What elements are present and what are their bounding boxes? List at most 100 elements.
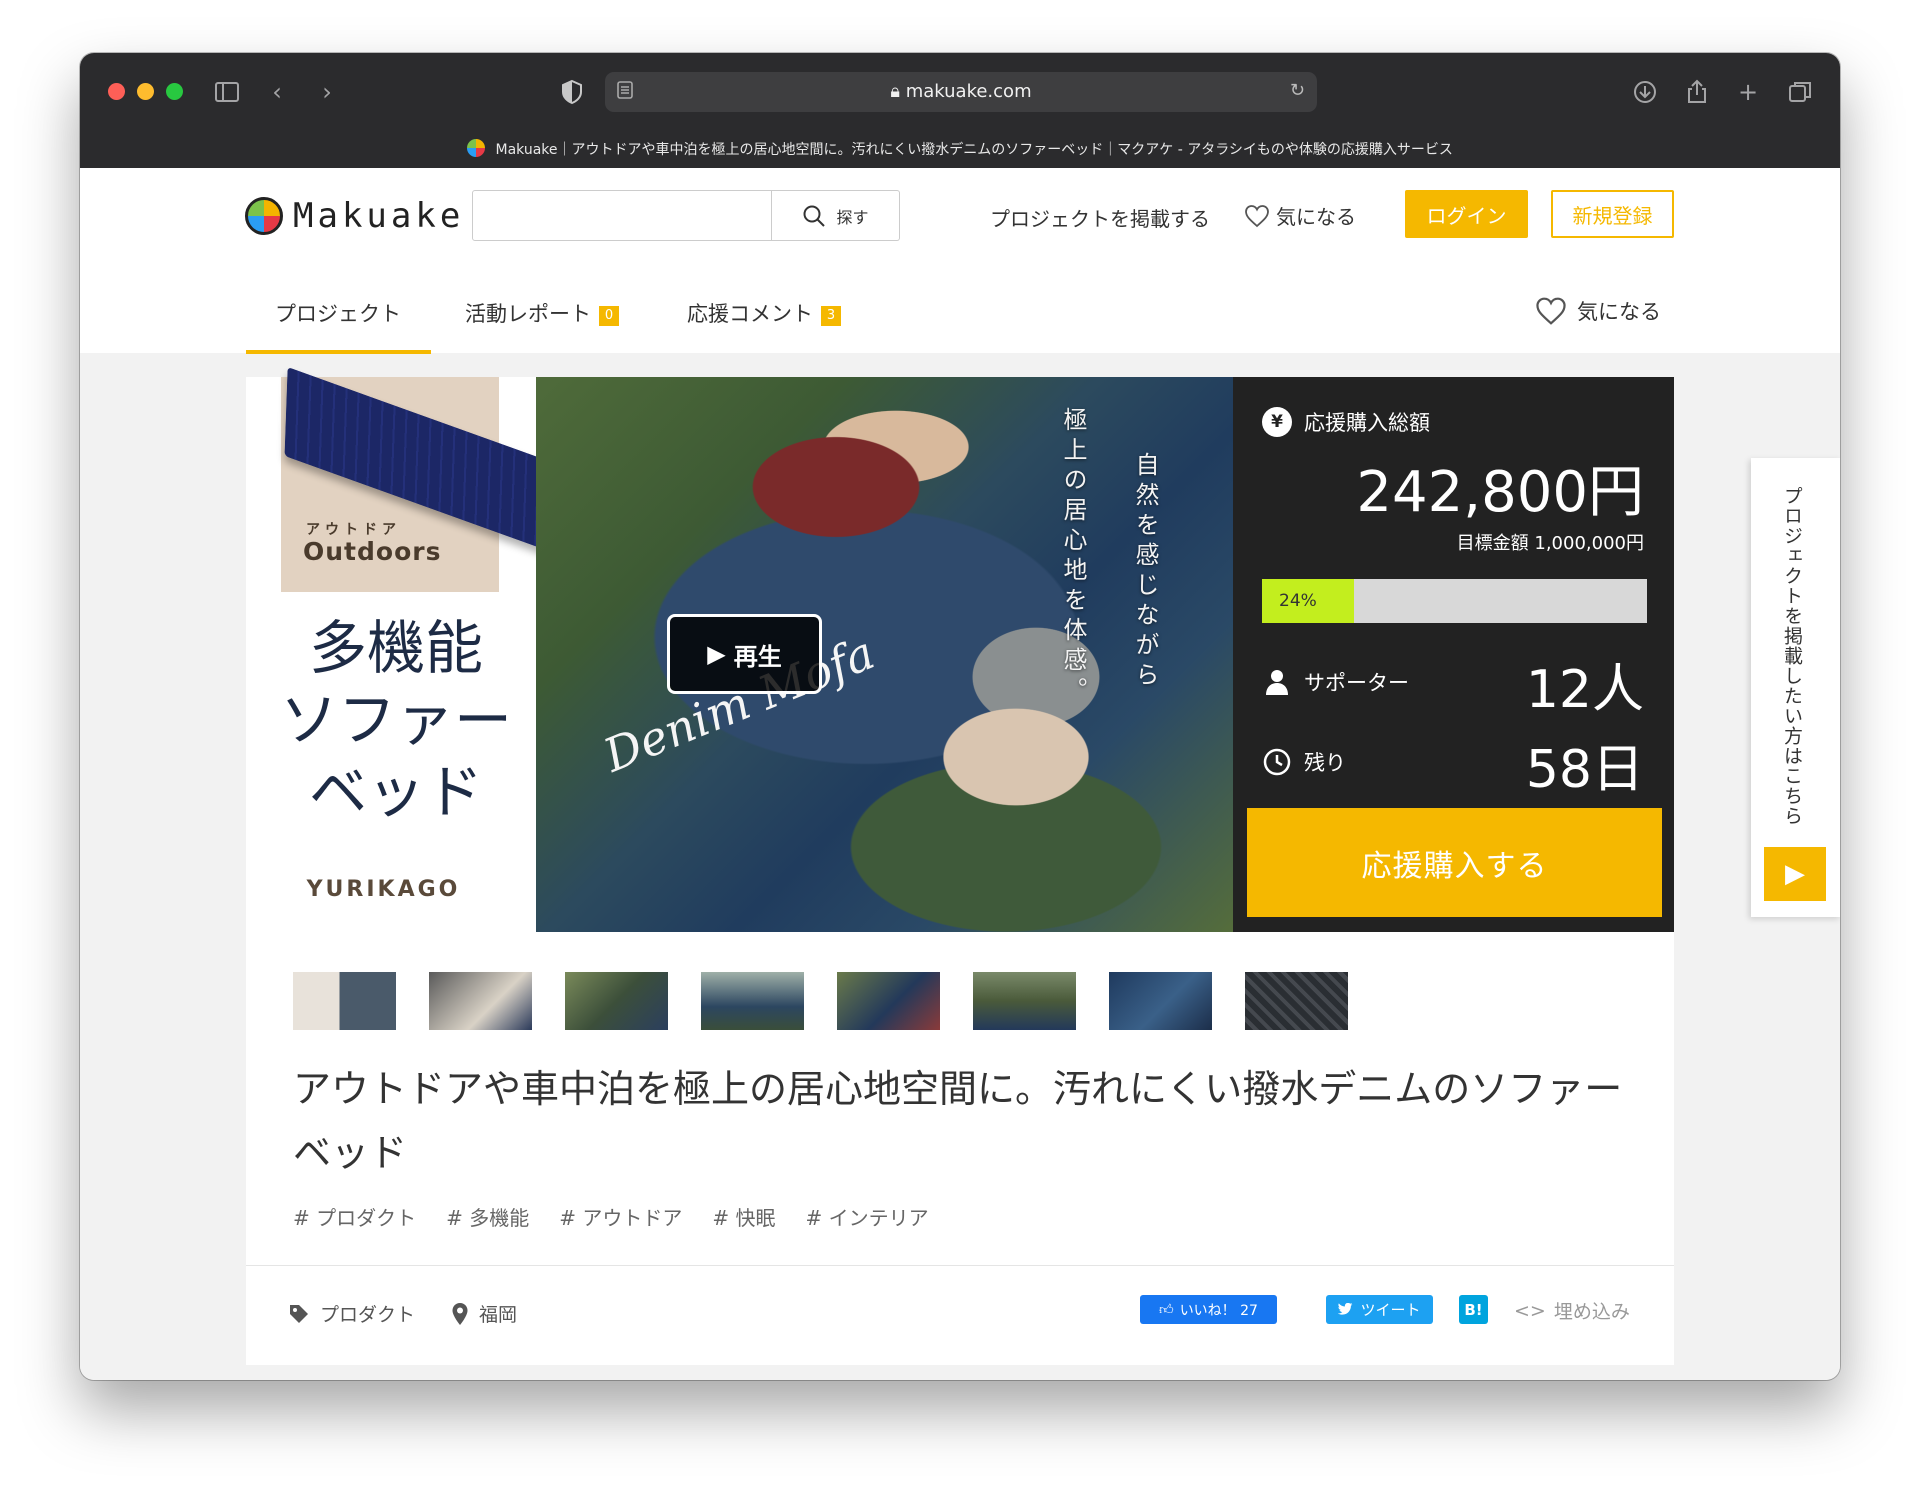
gallery-thumbnails (293, 972, 1348, 1030)
gallery-thumbnail[interactable] (429, 972, 532, 1030)
project-info-card: アウトドアや車中泊を極上の居心地空間に。汚れにくい撥水デニムのソファーベッド #… (246, 932, 1674, 1365)
tag-link[interactable]: # 快眠 (712, 1202, 775, 1231)
tab-title[interactable]: Makuake｜アウトドアや車中泊を極上の居心地空間に。汚れにくい撥水デニムのソ… (80, 139, 1840, 159)
forward-icon[interactable]: › (313, 78, 341, 106)
play-icon[interactable]: ▶ (1764, 847, 1826, 901)
login-button[interactable]: ログイン (1405, 190, 1528, 238)
tag-link[interactable]: # プロダクト (293, 1202, 416, 1231)
search-button[interactable]: 探す (772, 190, 900, 241)
post-project-link[interactable]: プロジェクトを掲載する (990, 203, 1210, 232)
favorite-link[interactable]: 気になる (1244, 201, 1356, 230)
play-video-label: 再生 (733, 642, 782, 671)
browser-window: ‹ › 🔒︎ makuake.com ↻ + Makuake｜アウトドアや車中泊… (80, 53, 1840, 1380)
brand-name: YURIKAGO (306, 877, 461, 902)
remaining-label-text: 残り (1304, 751, 1346, 775)
tag-link[interactable]: # インテリア (806, 1202, 929, 1231)
tab-overview-icon[interactable] (1786, 78, 1814, 106)
funding-progress-label: 24% (1279, 591, 1317, 611)
location-link[interactable]: 福岡 (451, 1300, 517, 1327)
tab-support-comments-label: 応援コメント (687, 302, 813, 326)
post-project-side-tab[interactable]: プロジェクトを掲載したい方はこちら ▶ (1751, 458, 1840, 917)
tag-icon (290, 1304, 308, 1323)
hero-product-panel: アウトドア Outdoors 多機能 ソファー ベッド YURIKAGO (246, 366, 558, 932)
embed-button[interactable]: <> 埋め込み (1514, 1297, 1630, 1324)
hatena-bookmark-button[interactable]: B! (1459, 1295, 1488, 1324)
makuake-favicon-icon (467, 139, 486, 157)
makuake-logo-icon (245, 197, 283, 235)
goal-amount: 目標金額 1,000,000円 (1456, 533, 1644, 554)
outdoor-kana: アウトドア (306, 522, 401, 538)
tab-favorite-label: 気になる (1577, 300, 1661, 324)
play-video-button[interactable]: ▶ 再生 (667, 614, 822, 694)
gallery-thumbnail[interactable] (1109, 972, 1212, 1030)
yen-icon: ¥ (1262, 407, 1292, 437)
tab-activity-report-label: 活動レポート (465, 302, 591, 326)
tag-link[interactable]: # 多機能 (446, 1202, 529, 1231)
tag-link[interactable]: # アウトドア (559, 1202, 682, 1231)
support-purchase-button[interactable]: 応援購入する (1247, 808, 1662, 917)
gallery-thumbnail[interactable] (1245, 972, 1348, 1030)
tab-support-comments[interactable]: 応援コメント 3 (687, 298, 841, 328)
tab-project[interactable]: プロジェクト (275, 298, 401, 328)
total-amount-label-text: 応援購入総額 (1304, 411, 1430, 435)
thumbs-up-icon: 👍︎ (1159, 1302, 1174, 1318)
facebook-like-button[interactable]: 👍︎ いいね！ 27 (1140, 1295, 1277, 1324)
tab-favorite-button[interactable]: 気になる (1535, 296, 1661, 326)
location-pin-icon (452, 1302, 468, 1325)
hero-tagline-vertical: 極上の居心地を体感。 (1059, 407, 1087, 707)
gallery-thumbnail[interactable] (701, 972, 804, 1030)
project-title: アウトドアや車中泊を極上の居心地空間に。汚れにくい撥水デニムのソファーベッド (293, 1067, 1623, 1175)
play-icon: ▶ (707, 640, 726, 668)
tweet-button[interactable]: ツイート (1326, 1295, 1433, 1324)
category-label: プロダクト (320, 1304, 416, 1326)
hero-video[interactable]: 極上の居心地を体感。 自然を感じながら Denim Mofa ▶ 再生 (536, 377, 1233, 932)
category-link[interactable]: プロダクト (288, 1300, 415, 1327)
makuake-logo[interactable]: Makuake (245, 196, 464, 236)
post-project-side-tab-text: プロジェクトを掲載したい方はこちら (1781, 486, 1803, 826)
tab-project-label: プロジェクト (275, 302, 401, 326)
minimize-window-button[interactable] (137, 83, 154, 100)
gallery-thumbnail[interactable] (293, 972, 396, 1030)
outdoor-label: Outdoors (303, 537, 442, 566)
location-label: 福岡 (479, 1304, 518, 1326)
maximize-window-button[interactable] (166, 83, 183, 100)
funding-progress-bar: 24% (1262, 579, 1647, 623)
funding-stats-panel: ¥ 応援購入総額 242,800円 目標金額 1,000,000円 24% サポ… (1233, 377, 1674, 932)
hero-product-title: 多機能 ソファー ベッド (276, 612, 516, 828)
total-amount-label: ¥ 応援購入総額 (1262, 407, 1430, 437)
gallery-thumbnail[interactable] (973, 972, 1076, 1030)
reload-icon[interactable]: ↻ (1290, 80, 1305, 101)
embed-label: 埋め込み (1553, 1301, 1630, 1323)
sidebar-icon[interactable] (213, 78, 241, 106)
facebook-like-label: いいね！ 27 (1179, 1302, 1258, 1319)
heart-icon (1245, 204, 1269, 227)
favorite-link-label: 気になる (1276, 205, 1356, 229)
gallery-thumbnail[interactable] (837, 972, 940, 1030)
hero-tagline-vertical: 自然を感じながら (1131, 452, 1159, 692)
total-amount-value: 242,800円 (1356, 460, 1644, 525)
url-text: 🔒︎ makuake.com (605, 81, 1317, 102)
support-comments-count-badge: 3 (821, 306, 841, 326)
tab-title-text: Makuake｜アウトドアや車中泊を極上の居心地空間に。汚れにくい撥水デニムのソ… (495, 142, 1453, 158)
shield-icon[interactable] (558, 78, 586, 106)
project-hero: アウトドア Outdoors 多機能 ソファー ベッド YURIKAGO 極上の… (246, 366, 1674, 932)
hero-title-line: ベッド (308, 758, 483, 826)
search-icon (803, 205, 826, 227)
share-icon[interactable] (1683, 78, 1711, 106)
twitter-bird-icon (1338, 1302, 1353, 1315)
remaining-label: 残り (1262, 747, 1346, 777)
search-button-label: 探す (836, 207, 869, 227)
new-tab-icon[interactable]: + (1734, 78, 1762, 106)
back-icon[interactable]: ‹ (263, 78, 291, 106)
activity-report-count-badge: 0 (599, 306, 619, 326)
close-window-button[interactable] (108, 83, 125, 100)
signup-button[interactable]: 新規登録 (1551, 190, 1674, 238)
download-icon[interactable] (1631, 78, 1659, 106)
tab-activity-report[interactable]: 活動レポート 0 (465, 298, 619, 328)
gallery-thumbnail[interactable] (565, 972, 668, 1030)
site-header: Makuake 探す プロジェクトを掲載する 気になる ログイン 新規登録 プロ… (80, 168, 1840, 354)
active-tab-indicator (246, 350, 431, 354)
search-input[interactable] (472, 190, 772, 241)
address-bar[interactable]: 🔒︎ makuake.com ↻ (605, 72, 1317, 112)
supporters-label: サポーター (1262, 667, 1409, 697)
